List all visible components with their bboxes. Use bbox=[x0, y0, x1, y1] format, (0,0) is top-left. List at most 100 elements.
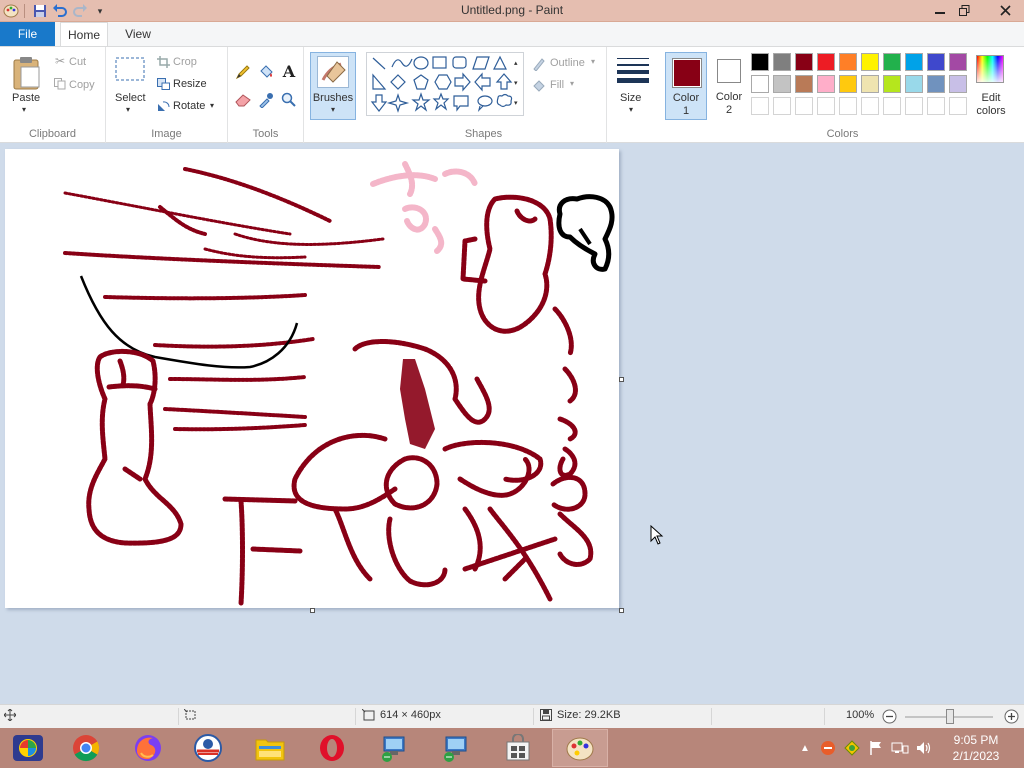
color1-button[interactable]: Color 1 bbox=[665, 52, 707, 120]
copy-button[interactable]: Copy bbox=[69, 79, 95, 91]
color2-button[interactable]: Color 2 bbox=[709, 52, 749, 120]
shapes-scroll-down-icon[interactable]: ▾ bbox=[514, 79, 518, 87]
palette-swatch[interactable] bbox=[905, 53, 923, 71]
select-icon[interactable] bbox=[115, 57, 145, 81]
drawing-canvas[interactable] bbox=[5, 149, 619, 608]
canvas-resize-handle-right[interactable] bbox=[619, 377, 624, 382]
palette-custom-swatch[interactable] bbox=[905, 97, 923, 115]
crop-button[interactable]: Crop bbox=[173, 56, 197, 68]
shapes-group-label: Shapes bbox=[464, 128, 503, 140]
zoom-in-button[interactable] bbox=[1004, 709, 1019, 724]
palette-swatch[interactable] bbox=[927, 75, 945, 93]
zoom-slider-thumb[interactable] bbox=[946, 709, 954, 724]
palette-custom-swatch[interactable] bbox=[751, 97, 769, 115]
colors-group-label: Colors bbox=[826, 128, 859, 140]
palette-swatch[interactable] bbox=[817, 53, 835, 71]
outline-button[interactable]: Outline bbox=[550, 57, 585, 69]
paste-button[interactable] bbox=[10, 53, 44, 93]
taskbar-firefox-icon[interactable] bbox=[120, 729, 176, 767]
tray-overflow-icon[interactable]: ▲ bbox=[798, 728, 812, 768]
palette-swatch[interactable] bbox=[839, 53, 857, 71]
palette-custom-swatch[interactable] bbox=[949, 97, 967, 115]
brushes-button[interactable]: Brushes ▾ bbox=[310, 52, 356, 120]
edit-colors-icon[interactable] bbox=[976, 55, 1004, 83]
shapes-gallery[interactable]: ▴ ▾ ▾ bbox=[366, 52, 524, 116]
size-button[interactable]: Size bbox=[620, 92, 641, 104]
pencil-icon[interactable] bbox=[234, 63, 252, 81]
taskbar-clock[interactable]: 9:05 PM 2/1/2023 bbox=[946, 732, 1006, 764]
palette-custom-swatch[interactable] bbox=[927, 97, 945, 115]
outline-dropdown-icon[interactable]: ▾ bbox=[591, 57, 595, 66]
palette-swatch[interactable] bbox=[883, 75, 901, 93]
fill-bucket-icon[interactable] bbox=[257, 63, 275, 81]
taskbar-store-icon[interactable] bbox=[490, 729, 546, 767]
palette-swatch[interactable] bbox=[773, 75, 791, 93]
size-dropdown-icon[interactable]: ▾ bbox=[629, 105, 633, 114]
palette-swatch[interactable] bbox=[839, 75, 857, 93]
zoom-out-button[interactable] bbox=[882, 709, 897, 724]
palette-custom-swatch[interactable] bbox=[795, 97, 813, 115]
cut-button[interactable]: Cut bbox=[69, 56, 86, 68]
palette-swatch[interactable] bbox=[773, 53, 791, 71]
paste-dropdown-icon[interactable]: ▾ bbox=[22, 105, 26, 114]
color-picker-icon[interactable] bbox=[257, 91, 275, 109]
taskbar-network-app-2-icon[interactable] bbox=[428, 729, 484, 767]
palette-swatch[interactable] bbox=[751, 53, 769, 71]
palette-custom-swatch[interactable] bbox=[883, 97, 901, 115]
paste-label[interactable]: Paste bbox=[12, 92, 40, 104]
taskbar-paint-icon[interactable] bbox=[552, 729, 608, 767]
taskbar-circle-app-icon[interactable] bbox=[180, 729, 236, 767]
rotate-dropdown-icon[interactable]: ▾ bbox=[210, 101, 214, 110]
taskbar-network-app-icon[interactable] bbox=[366, 729, 422, 767]
shapes-expand-icon[interactable]: ▾ bbox=[514, 99, 518, 107]
fill-button[interactable]: Fill bbox=[550, 79, 564, 91]
palette-swatch[interactable] bbox=[817, 75, 835, 93]
select-button[interactable]: Select bbox=[115, 92, 146, 104]
palette-swatch[interactable] bbox=[795, 75, 813, 93]
canvas-resize-handle-corner[interactable] bbox=[619, 608, 624, 613]
tab-file[interactable]: File bbox=[0, 22, 55, 46]
color2-number: 2 bbox=[725, 104, 733, 116]
taskbar-opera-icon[interactable] bbox=[304, 729, 360, 767]
palette-custom-swatch[interactable] bbox=[773, 97, 791, 115]
clipboard-group-label: Clipboard bbox=[28, 128, 77, 140]
text-tool-icon[interactable]: A bbox=[280, 62, 298, 81]
canvas-resize-handle-bottom[interactable] bbox=[310, 608, 315, 613]
rotate-button[interactable]: Rotate bbox=[173, 100, 205, 112]
select-dropdown-icon[interactable]: ▾ bbox=[126, 105, 130, 114]
shapes-scroll-up-icon[interactable]: ▴ bbox=[514, 59, 518, 67]
tray-volume-icon[interactable] bbox=[914, 728, 934, 768]
palette-swatch[interactable] bbox=[949, 53, 967, 71]
fill-dropdown-icon[interactable]: ▾ bbox=[570, 79, 574, 88]
palette-swatch[interactable] bbox=[883, 53, 901, 71]
resize-button[interactable]: Resize bbox=[173, 78, 207, 90]
palette-swatch[interactable] bbox=[861, 75, 879, 93]
palette-swatch[interactable] bbox=[927, 53, 945, 71]
tray-app-green-icon[interactable] bbox=[842, 728, 862, 768]
minimize-button[interactable] bbox=[928, 0, 952, 20]
edit-colors-label-2[interactable]: colors bbox=[974, 105, 1008, 117]
palette-swatch[interactable] bbox=[751, 75, 769, 93]
palette-custom-swatch[interactable] bbox=[817, 97, 835, 115]
tab-view[interactable]: View bbox=[115, 22, 161, 46]
taskbar-app-colorful-icon[interactable] bbox=[0, 729, 56, 767]
edit-colors-label[interactable]: Edit bbox=[976, 92, 1006, 104]
taskbar-file-explorer-icon[interactable] bbox=[242, 729, 298, 767]
palette-swatch[interactable] bbox=[861, 53, 879, 71]
palette-custom-swatch[interactable] bbox=[839, 97, 857, 115]
palette-swatch[interactable] bbox=[795, 53, 813, 71]
palette-swatch[interactable] bbox=[905, 75, 923, 93]
tab-home[interactable]: Home bbox=[60, 22, 108, 47]
close-button[interactable] bbox=[990, 0, 1020, 20]
palette-custom-swatch[interactable] bbox=[861, 97, 879, 115]
restore-button[interactable] bbox=[952, 0, 976, 20]
selection-size-icon bbox=[184, 709, 197, 721]
magnifier-icon[interactable] bbox=[280, 91, 298, 109]
tray-flag-icon[interactable] bbox=[866, 728, 886, 768]
size-icon[interactable] bbox=[616, 55, 650, 85]
taskbar-chrome-icon[interactable] bbox=[58, 729, 114, 767]
palette-swatch[interactable] bbox=[949, 75, 967, 93]
tray-app-red-icon[interactable] bbox=[818, 728, 838, 768]
tray-network-icon[interactable] bbox=[890, 728, 910, 768]
eraser-icon[interactable] bbox=[234, 91, 252, 109]
